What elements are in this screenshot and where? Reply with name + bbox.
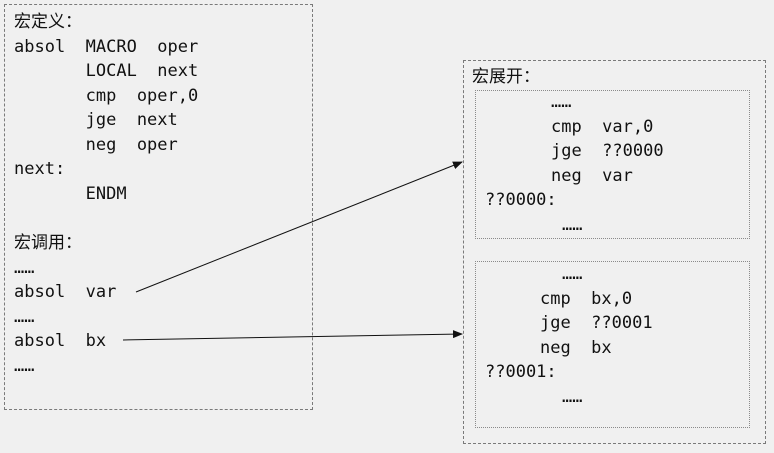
arrow-bx-to-expansion [122,330,463,341]
arrow-var-to-expansion [135,161,463,293]
arrows-layer [122,161,463,341]
